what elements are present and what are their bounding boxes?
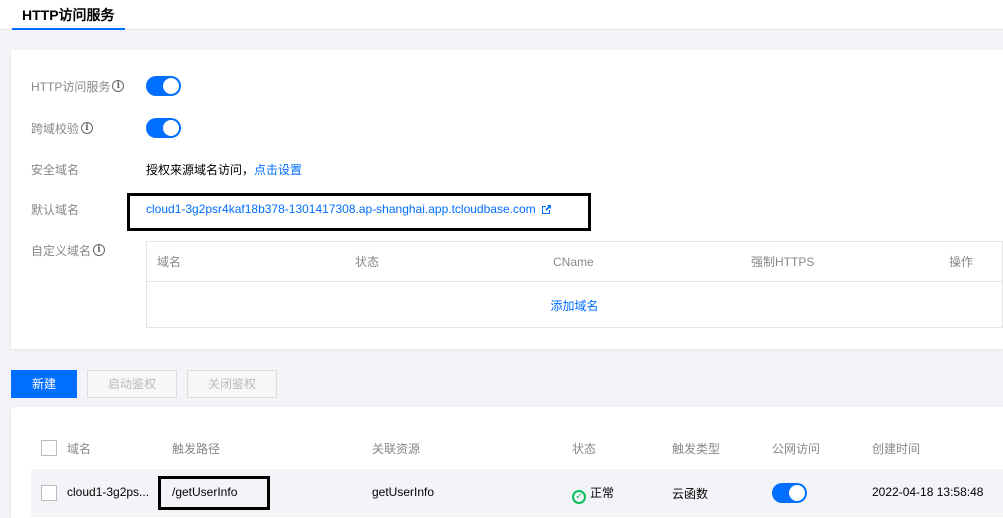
info-circle-icon[interactable]: i: [93, 244, 106, 256]
col-created: 创建时间: [872, 442, 921, 456]
custom-domain-table: 域名 状态 CName 强制HTTPS 操作 添加域名: [146, 241, 1003, 328]
new-button[interactable]: 新建: [11, 370, 77, 398]
custom-domain-row: 自定义域名 i: [31, 238, 146, 262]
safe-domain-text: 授权来源域名访问，: [146, 162, 255, 177]
row-trigger-type: 云函数: [672, 487, 709, 501]
cors-toggle[interactable]: [146, 118, 181, 138]
tab-http-service[interactable]: HTTP访问服务: [12, 0, 125, 30]
tab-bar: HTTP访问服务: [0, 0, 1003, 30]
row-resource-link[interactable]: getUserInfo: [372, 485, 434, 499]
col-path: 触发路径: [172, 442, 221, 456]
path-highlight: [158, 476, 270, 510]
custom-domain-table-header: 域名 状态 CName 强制HTTPS 操作: [147, 242, 1002, 282]
public-access-toggle[interactable]: [772, 483, 807, 503]
col-domain: 域名: [67, 442, 92, 456]
safe-domain-settings-link[interactable]: 点击设置: [254, 161, 302, 178]
col-status: 状态: [572, 442, 597, 456]
http-service-toggle[interactable]: [146, 76, 181, 96]
add-domain-link[interactable]: 添加域名: [550, 297, 598, 314]
row-domain: cloud1-3g2ps...: [67, 485, 150, 499]
row-checkbox[interactable]: [41, 485, 57, 501]
col-public-access: 公网访问: [772, 442, 821, 456]
disable-auth-button[interactable]: 关闭鉴权: [187, 370, 277, 398]
select-all-checkbox[interactable]: [41, 440, 57, 456]
enable-auth-button[interactable]: 启动鉴权: [87, 370, 177, 398]
http-service-row: HTTP访问服务 i: [31, 74, 181, 98]
col-status: 状态: [355, 255, 380, 269]
http-service-label: HTTP访问服务: [31, 79, 111, 94]
cors-label: 跨域校验: [31, 121, 80, 136]
row-created: 2022-04-18 13:58:48: [872, 485, 984, 499]
custom-domain-label: 自定义域名: [31, 243, 92, 258]
http-settings-card: HTTP访问服务 i 跨域校验 i 安全域名 授权来源域名访问， 点击设置 默认…: [11, 50, 1003, 349]
row-status: ✓ 正常: [572, 484, 614, 504]
col-resource: 关联资源: [372, 442, 421, 456]
info-circle-icon[interactable]: i: [112, 80, 125, 92]
info-circle-icon[interactable]: i: [81, 122, 94, 134]
col-domain: 域名: [157, 255, 182, 269]
col-trigger-type: 触发类型: [672, 442, 721, 456]
col-cname: CName: [553, 255, 594, 269]
col-force-https: 强制HTTPS: [751, 255, 815, 269]
cors-row: 跨域校验 i: [31, 116, 181, 140]
col-action: 操作: [949, 255, 974, 269]
default-domain-highlight: [127, 193, 591, 231]
check-circle-icon: ✓: [572, 489, 586, 504]
routes-table-card: 域名 触发路径 关联资源 状态 触发类型 公网访问 创建时间 cloud1-3g…: [11, 407, 1003, 518]
safe-domain-row: 安全域名 授权来源域名访问， 点击设置: [31, 157, 302, 181]
safe-domain-label: 安全域名: [31, 162, 80, 177]
